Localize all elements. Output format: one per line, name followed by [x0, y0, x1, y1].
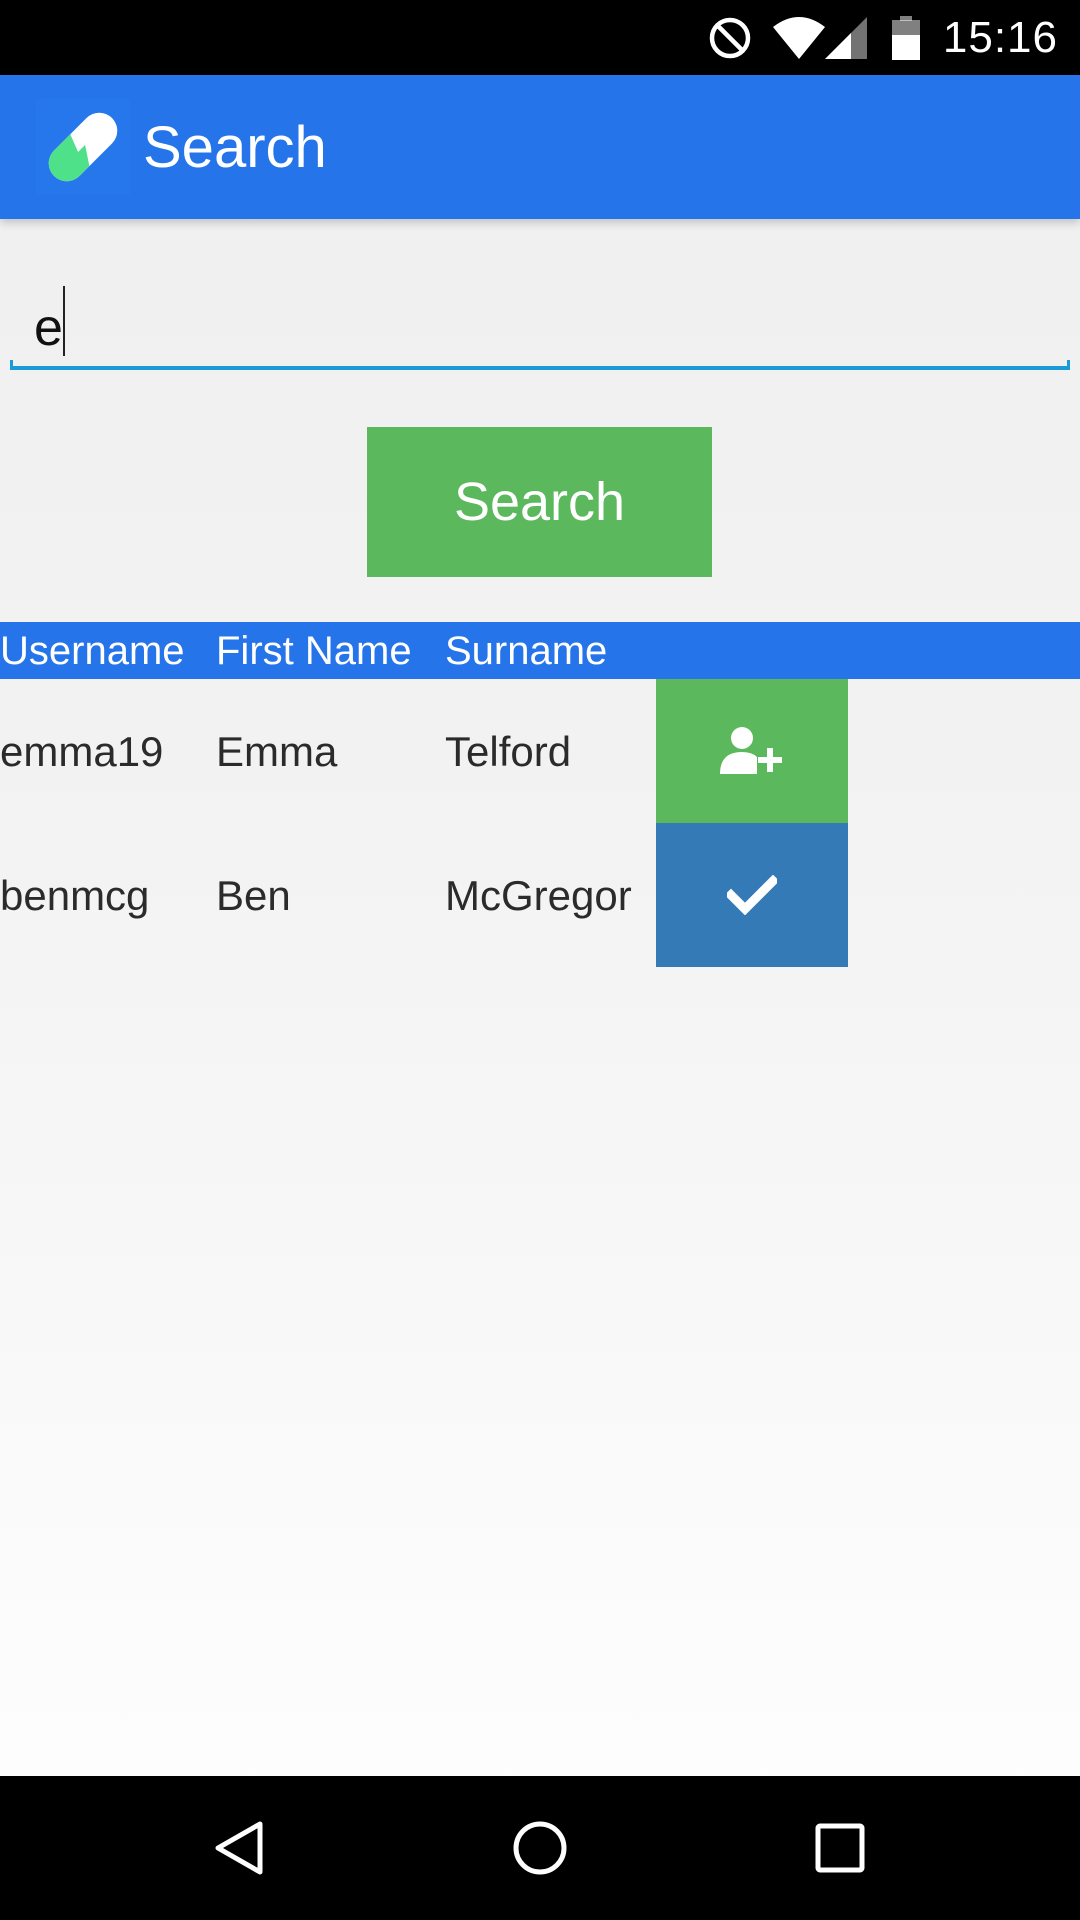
- navigation-bar: [0, 1776, 1080, 1920]
- cell-username: emma19: [0, 728, 164, 775]
- cell-surname: McGregor: [445, 872, 632, 919]
- status-bar: 15:16: [0, 0, 1080, 75]
- cell-first-name: Emma: [216, 728, 338, 775]
- back-icon: [215, 1821, 263, 1875]
- table-row: emma19 Emma Telford: [0, 679, 1080, 823]
- search-input[interactable]: [10, 270, 1070, 374]
- status-time: 15:16: [942, 12, 1058, 62]
- search-button[interactable]: Search: [367, 427, 712, 577]
- table-header: Username First Name Surname: [0, 622, 1080, 679]
- pill-logo-icon: [36, 99, 130, 195]
- wifi-icon: [772, 16, 825, 59]
- cell-signal-icon: [824, 16, 867, 59]
- friend-added-button[interactable]: [656, 823, 848, 967]
- header-username: Username: [0, 629, 185, 673]
- check-icon: [727, 875, 777, 915]
- cell-surname: Telford: [445, 728, 572, 775]
- add-user-icon: [720, 727, 782, 774]
- search-input-underline: [10, 360, 1070, 370]
- do-not-disturb-icon: [709, 17, 751, 58]
- screen: 15:16 Search Search Username First Name …: [0, 0, 1080, 1920]
- app-bar: Search: [0, 75, 1080, 219]
- table-row: benmcg Ben McGregor: [0, 823, 1080, 967]
- recents-icon: [815, 1823, 865, 1873]
- cell-first-name: Ben: [216, 872, 291, 919]
- status-icons: 15:16: [707, 0, 1058, 75]
- recents-button[interactable]: [768, 1776, 912, 1920]
- header-surname: Surname: [445, 629, 608, 673]
- add-user-button[interactable]: [656, 679, 848, 823]
- back-button[interactable]: [168, 1776, 312, 1920]
- page-title: Search: [143, 115, 327, 180]
- search-field[interactable]: [10, 270, 1070, 374]
- text-caret: [63, 286, 65, 356]
- cell-username: benmcg: [0, 872, 150, 919]
- home-icon: [513, 1821, 567, 1875]
- header-first-name: First Name: [216, 629, 412, 673]
- battery-icon: [891, 15, 920, 60]
- home-button[interactable]: [468, 1776, 612, 1920]
